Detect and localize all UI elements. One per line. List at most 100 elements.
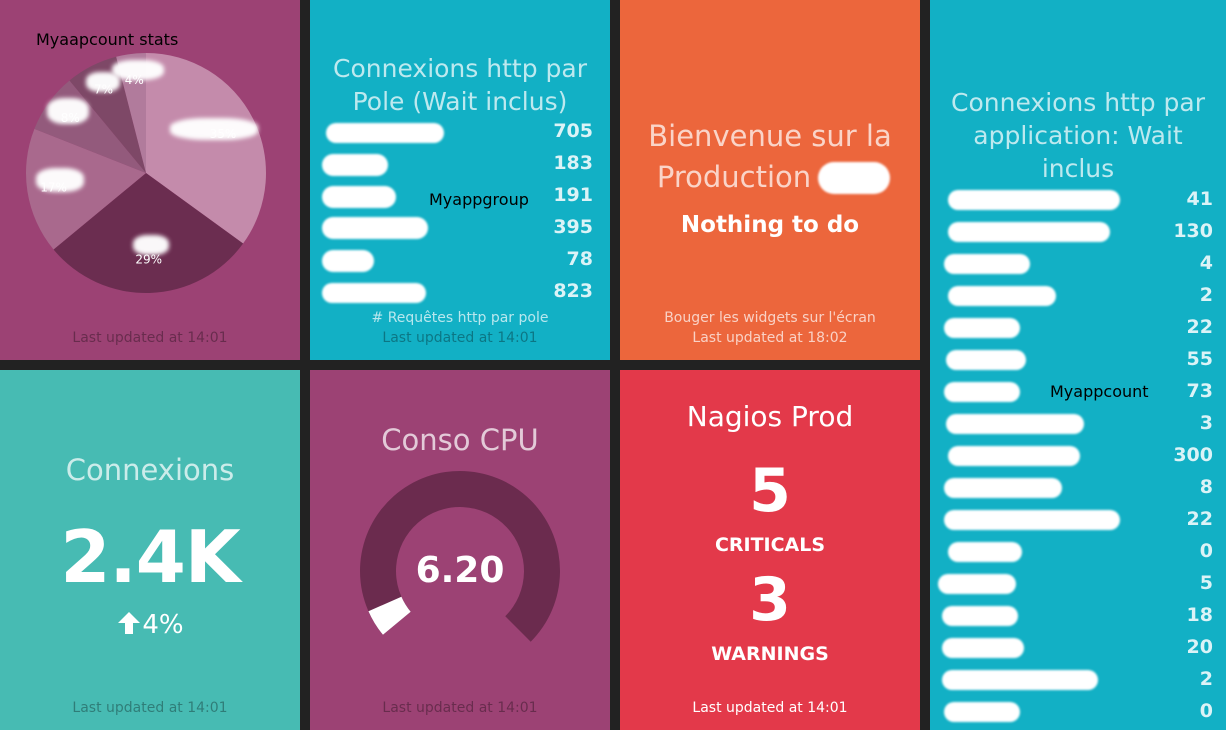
redacted-label xyxy=(326,123,444,143)
redacted-label xyxy=(944,318,1020,338)
redaction-blob xyxy=(133,235,169,255)
list-item: 2 xyxy=(930,280,1213,312)
list-value: 2 xyxy=(1199,284,1213,306)
welcome-widget[interactable]: Bienvenue sur la Production Nothing to do… xyxy=(620,0,920,360)
list-value: 183 xyxy=(553,152,593,174)
redacted-label xyxy=(322,250,374,272)
redacted-label xyxy=(944,478,1062,498)
redacted-label xyxy=(322,154,388,176)
list-value: 18 xyxy=(1186,604,1213,626)
list-value: 22 xyxy=(1186,508,1213,530)
list-item: 3 xyxy=(930,408,1213,440)
list-item: 130 xyxy=(930,216,1213,248)
redacted-label xyxy=(948,286,1056,306)
gauge-value: 6.20 xyxy=(415,550,505,591)
connexions-widget[interactable]: Connexions 2.4K 4% Last updated at 14:01 xyxy=(0,370,300,730)
widget-title: Nagios Prod xyxy=(686,400,854,433)
redacted-label xyxy=(944,510,1120,530)
list-item: 20 xyxy=(930,632,1213,664)
redacted-label xyxy=(322,217,428,239)
list-value: 78 xyxy=(566,248,593,270)
redacted-label xyxy=(946,350,1026,370)
list-item: 823 xyxy=(310,276,593,308)
redacted-label xyxy=(948,190,1120,210)
list-item: 18 xyxy=(930,600,1213,632)
list-value: 8 xyxy=(1199,476,1213,498)
redacted-label xyxy=(944,702,1020,722)
redacted-label xyxy=(818,162,890,194)
more-info: Bouger les widgets sur l'écran xyxy=(664,310,876,326)
list-value: 300 xyxy=(1173,444,1213,466)
list-item: 395 xyxy=(310,212,593,244)
list-item: 8 xyxy=(930,472,1213,504)
redacted-label xyxy=(942,638,1024,658)
list-item: 183 xyxy=(310,148,593,180)
updated-at: Last updated at 14:01 xyxy=(692,700,848,716)
list-value: 2 xyxy=(1199,668,1213,690)
cpu-gauge-widget[interactable]: Conso CPU 6.20 Last updated at 14:01 xyxy=(310,370,610,730)
list-value: 130 xyxy=(1173,220,1213,242)
pie-widget[interactable]: 35%29%17%8%7%4% Myaapcount stats Last up… xyxy=(0,0,300,360)
list-value: 705 xyxy=(553,120,593,142)
arrow-up-icon xyxy=(118,612,141,634)
list-item: 0 xyxy=(930,696,1213,728)
updated-at: Last updated at 14:01 xyxy=(72,700,228,716)
widget-title: Myaapcount stats xyxy=(36,30,179,49)
big-number: 2.4K xyxy=(60,515,240,599)
redacted-label xyxy=(944,254,1030,274)
updated-at: Last updated at 18:02 xyxy=(692,330,848,346)
widget-title: Connexions http par application: Wait incl… xyxy=(951,88,1205,183)
list-item: 705 xyxy=(310,116,593,148)
list-value: 0 xyxy=(1199,540,1213,562)
list-item: 2 xyxy=(930,664,1213,696)
redacted-label xyxy=(948,446,1080,466)
list-value: 4 xyxy=(1199,252,1213,274)
redacted-label xyxy=(944,382,1020,402)
redacted-label xyxy=(948,222,1110,242)
list-value: 55 xyxy=(1186,348,1213,370)
criticals-label: CRITICALS xyxy=(714,534,826,556)
overlay-label: Myappgroup xyxy=(429,190,529,209)
updated-at: Last updated at 14:01 xyxy=(382,700,538,716)
list-value: 395 xyxy=(553,216,593,238)
updated-at: Last updated at 14:01 xyxy=(382,330,538,346)
list-item: 41 xyxy=(930,184,1213,216)
list-value: 20 xyxy=(1186,636,1213,658)
redacted-label xyxy=(948,542,1022,562)
redaction-blob xyxy=(36,168,84,192)
list-item: 78 xyxy=(310,244,593,276)
redaction-blob xyxy=(170,118,258,140)
redacted-label xyxy=(942,670,1098,690)
list-item: 300 xyxy=(930,440,1213,472)
list-value: 3 xyxy=(1199,412,1213,434)
app-list-widget[interactable]: Connexions http par application: Wait incl… xyxy=(930,0,1226,730)
more-info: # Requêtes http par pole xyxy=(371,310,549,326)
redacted-label xyxy=(938,574,1016,594)
nagios-widget[interactable]: Nagios Prod 5 CRITICALS 3 WARNINGS Last … xyxy=(620,370,920,730)
widget-title: Connexions xyxy=(65,453,235,487)
redaction-blob xyxy=(112,60,164,80)
list-value: 0 xyxy=(1199,700,1213,722)
redacted-label xyxy=(946,414,1084,434)
widget-subtitle: Nothing to do xyxy=(680,212,860,238)
list-item: 4 xyxy=(930,248,1213,280)
redaction-blob xyxy=(47,98,89,124)
overlay-label: Myappcount xyxy=(1050,382,1149,401)
list-value: 5 xyxy=(1199,572,1213,594)
warnings-count: 3 xyxy=(749,565,791,635)
pole-list-widget[interactable]: Connexions http par Pole (Wait inclus) 70… xyxy=(310,0,610,360)
list-value: 41 xyxy=(1186,188,1213,210)
redacted-label xyxy=(942,606,1018,626)
list-item: 5 xyxy=(930,568,1213,600)
list-item: 22 xyxy=(930,504,1213,536)
list-value: 191 xyxy=(553,184,593,206)
change-rate: 4% xyxy=(0,610,300,640)
list-item: 0 xyxy=(930,536,1213,568)
widget-title: Connexions http par Pole (Wait inclus) xyxy=(333,54,587,116)
updated-at: Last updated at 14:01 xyxy=(72,330,228,346)
list-value: 22 xyxy=(1186,316,1213,338)
list-item: 55 xyxy=(930,344,1213,376)
warnings-label: WARNINGS xyxy=(711,643,829,665)
criticals-count: 5 xyxy=(749,456,791,526)
list-value: 73 xyxy=(1186,380,1213,402)
